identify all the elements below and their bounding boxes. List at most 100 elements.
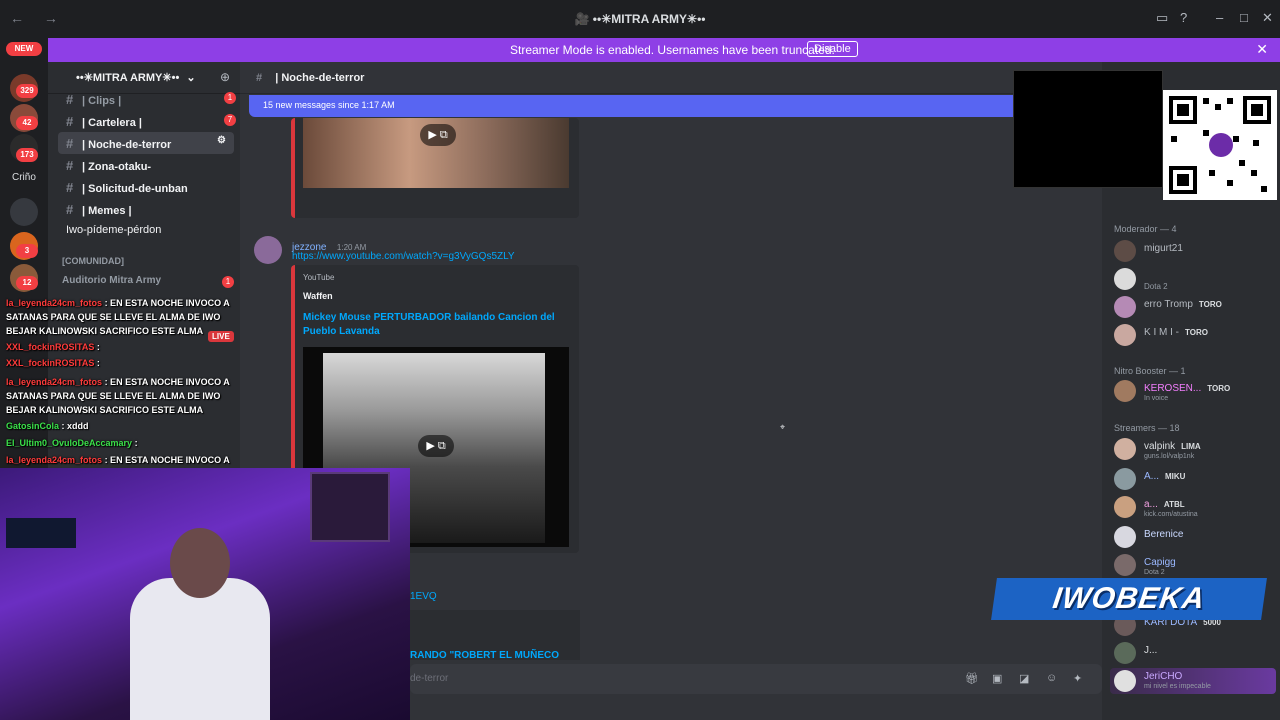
channel-zona-otaku[interactable]: # | Zona-otaku- <box>58 154 234 176</box>
guild-name: ••✳MITRA ARMY✳•• <box>76 72 180 84</box>
avatar <box>1114 296 1136 318</box>
chevron-down-icon: ⌄ <box>186 72 196 84</box>
channel-memes[interactable]: # | Memes | <box>58 198 234 220</box>
banner-close-icon[interactable]: ✕ <box>1256 41 1268 58</box>
new-badge: NEW <box>6 42 42 56</box>
avatar <box>1114 526 1136 548</box>
embed-provider: YouTube <box>303 273 335 282</box>
chat-header: # | Noche-de-terror <box>240 62 1102 94</box>
chat-line: El_Ultim0_OvuloDeAccamary : <box>6 438 138 448</box>
channel-solicitud-de-unban[interactable]: # | Solicitud-de-unban <box>58 176 234 198</box>
server-icon[interactable] <box>10 198 38 226</box>
member-activity: Dota 2 <box>1144 282 1168 291</box>
person <box>130 578 270 720</box>
new-messages-bar[interactable]: 15 new messages since 1:17 AM <box>249 95 1102 117</box>
help-icon[interactable]: ? <box>1180 10 1187 25</box>
channel-cartelera[interactable]: # | Cartelera | <box>58 110 234 132</box>
input-placeholder: de-terror <box>410 673 449 684</box>
unread-badge: 7 <box>224 114 236 126</box>
channel-label: | Noche-de-terror <box>82 139 172 151</box>
group-streamers: Streamers — 18 <box>1114 423 1180 433</box>
channel-iwo-pideme-perdon[interactable]: Iwo-pídeme-pérdon <box>58 220 234 242</box>
cursor-icon: ⌖ <box>780 422 786 432</box>
disable-button[interactable]: Disable <box>807 41 858 57</box>
maximize-button[interactable]: □ <box>1240 10 1248 25</box>
apps-icon[interactable]: ✦ <box>1073 672 1087 686</box>
hash-icon: # <box>66 92 74 107</box>
message-input[interactable]: de-terror 🎁︎ ▣ ◪ ☺ ✦ <box>410 664 1102 694</box>
chat-line: la_leyenda24cm_fotos : EN ESTA NOCHE INV… <box>6 298 230 336</box>
video-embed: ▶ ⧉ <box>291 118 579 218</box>
chat-line: GatosinCola : xddd <box>6 421 89 431</box>
monitor <box>6 518 76 548</box>
category-comunidad[interactable]: [COMUNIDAD] <box>62 256 124 266</box>
screen-preview-overlay <box>1013 70 1163 188</box>
banner-text: Streamer Mode is enabled. Usernames have… <box>510 43 835 57</box>
member-item[interactable]: JeriCHO mi nivel es impecable <box>1110 668 1276 694</box>
group-nitro-booster: Nitro Booster — 1 <box>1114 366 1186 376</box>
embed-title[interactable]: Mickey Mouse PERTURBADOR bailando Cancio… <box>303 311 563 339</box>
inbox-icon[interactable]: ▭ <box>1156 10 1168 26</box>
channel-label: Iwo-pídeme-pérdon <box>66 224 162 236</box>
avatar <box>1114 554 1136 576</box>
webcam-overlay <box>0 468 410 720</box>
person-head <box>170 528 230 598</box>
avatar <box>1114 268 1136 290</box>
member-name: A... MIKU <box>1144 471 1186 482</box>
emoji-icon[interactable]: ☺ <box>1046 672 1060 686</box>
hash-icon: # <box>66 202 74 217</box>
avatar[interactable] <box>254 236 282 264</box>
member-activity: In voice <box>1144 395 1169 402</box>
server-badge: 42 <box>16 116 38 130</box>
channel-label: | Zona-otaku- <box>82 161 152 173</box>
embed-author[interactable]: Waffen <box>303 291 333 301</box>
add-member-icon[interactable]: ⊕ <box>220 70 230 84</box>
member-name: a... ATBL <box>1144 499 1185 510</box>
streamer-mode-banner: Streamer Mode is enabled. Usernames have… <box>48 38 1280 62</box>
hash-icon: # <box>256 72 263 84</box>
hash-icon: # <box>66 180 74 195</box>
message-link[interactable]: https://www.youtube.com/watch?v=g3VyGQs5… <box>292 251 515 262</box>
member-activity: kick.com/atustina <box>1144 511 1198 518</box>
member-name: K I M I - TORO <box>1144 327 1208 338</box>
avatar <box>1114 324 1136 346</box>
avatar <box>1114 642 1136 664</box>
member-name: migurt21 <box>1144 243 1183 254</box>
unread-badge: 1 <box>224 92 236 104</box>
member-name: J... <box>1144 645 1158 656</box>
server-badge: 329 <box>16 84 38 98</box>
qr-code <box>1163 90 1277 200</box>
channel-noche-de-terror[interactable]: # | Noche-de-terror ⚙ <box>58 132 234 154</box>
member-name: Berenice <box>1144 529 1184 540</box>
avatar <box>1114 380 1136 402</box>
avatar <box>1114 496 1136 518</box>
voice-channel-auditorio[interactable]: Auditorio Mitra Army <box>62 275 161 286</box>
hash-icon: # <box>66 136 74 151</box>
channel-clips[interactable]: # | Clips | <box>58 88 234 110</box>
minimize-button[interactable]: – <box>1216 10 1223 25</box>
member-name: valpink LIMA <box>1144 441 1201 452</box>
member-name: erro Tromp TORO <box>1144 299 1222 310</box>
server-badge: 3 <box>16 244 38 258</box>
sticker-icon[interactable]: ◪ <box>1019 672 1033 686</box>
stream-chat-overlay: la_leyenda24cm_fotos : EN ESTA NOCHE INV… <box>0 288 250 493</box>
logo-text: IWOBEKA <box>1050 582 1208 615</box>
window-title: 🎥 ••✳MITRA ARMY✳•• <box>574 12 706 26</box>
gift-icon[interactable]: 🎁︎ <box>965 672 979 686</box>
gif-icon[interactable]: ▣ <box>992 672 1006 686</box>
member-activity: guns.lol/valp1nk <box>1144 453 1195 460</box>
partial-link[interactable]: 1EVQ <box>410 591 437 602</box>
partial-embed-title[interactable]: RANDO "ROBERT EL MUÑECO <box>410 650 559 661</box>
chat-line: XXL_fockinROSITAS : <box>6 358 100 368</box>
avatar <box>1114 240 1136 262</box>
channel-title: | Noche-de-terror <box>275 72 365 84</box>
server-label[interactable]: Criño <box>12 172 36 183</box>
member-activity: mi nivel es impecable <box>1144 683 1211 690</box>
member-activity: Dota 2 <box>1144 569 1165 576</box>
settings-icon[interactable]: ⚙ <box>217 135 226 146</box>
play-icon[interactable]: ▶ ⧉ <box>420 124 456 146</box>
chat-line: la_leyenda24cm_fotos : EN ESTA NOCHE INV… <box>6 377 230 415</box>
play-icon[interactable]: ▶ ⧉ <box>418 435 454 457</box>
close-window-button[interactable]: ✕ <box>1262 10 1273 26</box>
wall-poster <box>310 472 390 542</box>
